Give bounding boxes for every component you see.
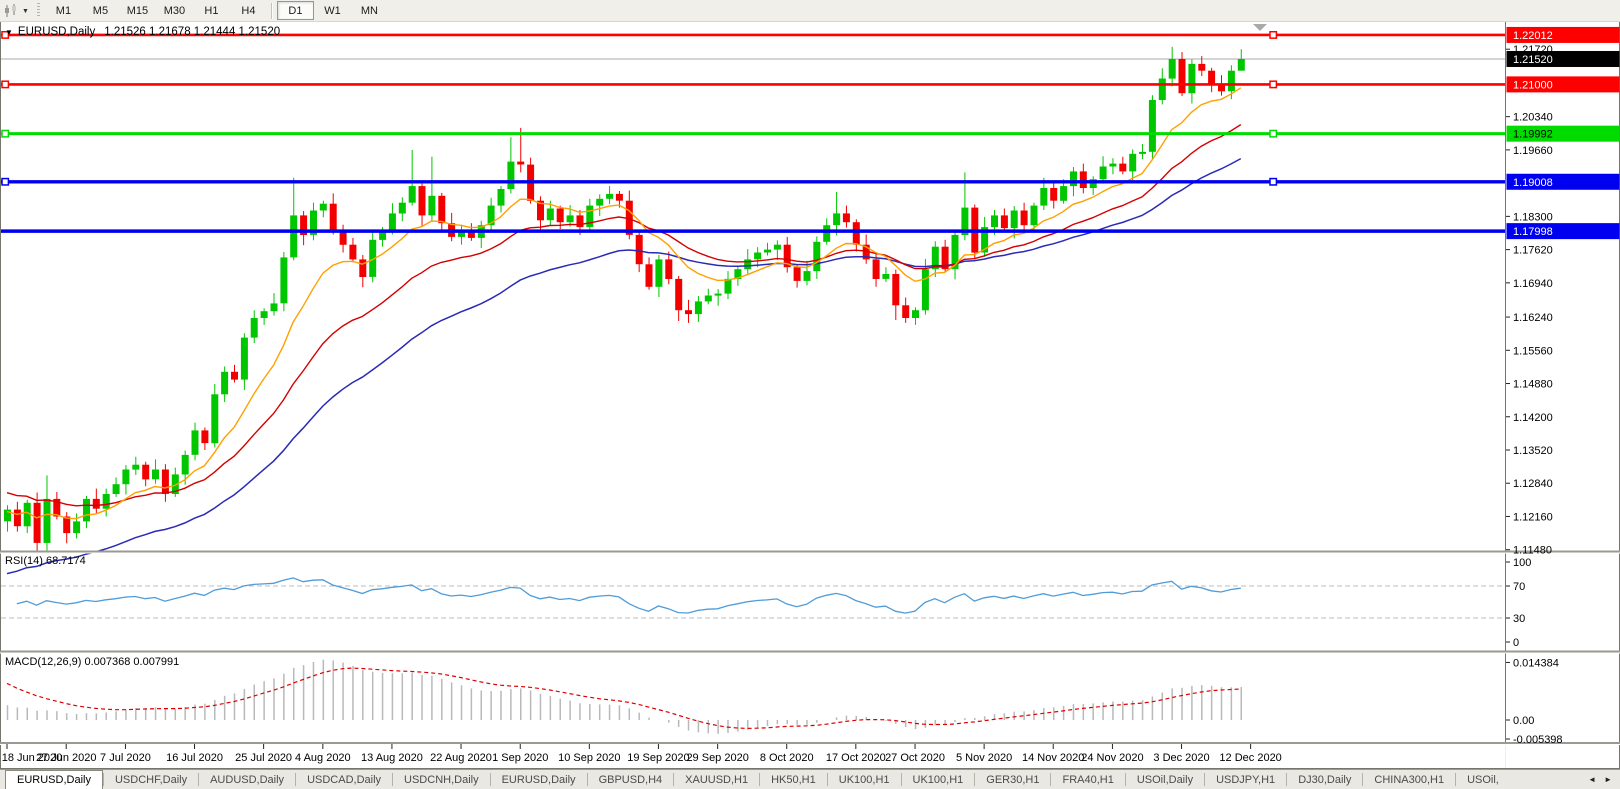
svg-text:0: 0 [1513, 637, 1519, 649]
svg-text:1.19660: 1.19660 [1513, 145, 1553, 157]
chart-tab-10[interactable]: UK100,H1 [902, 770, 975, 789]
svg-text:70: 70 [1513, 581, 1525, 593]
chart-tab-4[interactable]: USDCNH,Daily [393, 770, 490, 789]
chart-tab-5[interactable]: EURUSD,Daily [491, 770, 587, 789]
svg-text:14 Nov 2020: 14 Nov 2020 [1022, 752, 1084, 764]
timeframe-button-m15[interactable]: M15 [119, 1, 156, 20]
timeframe-buttons: M1M5M15M30H1H4 D1W1MN [45, 1, 388, 20]
chart-tab-9[interactable]: UK100,H1 [828, 770, 901, 789]
svg-text:7 Jul 2020: 7 Jul 2020 [100, 752, 151, 764]
chart-tab-6[interactable]: GBPUSD,H4 [588, 770, 674, 789]
ohlc-values-label: 1.21526 1.21678 1.21444 1.21520 [104, 26, 280, 38]
chart-tab-0[interactable]: EURUSD,Daily [5, 770, 103, 789]
svg-text:1.13520: 1.13520 [1513, 445, 1553, 457]
svg-text:16 Jul 2020: 16 Jul 2020 [166, 752, 223, 764]
svg-text:1.12840: 1.12840 [1513, 478, 1553, 490]
chevron-down-icon[interactable]: ▼ [22, 8, 29, 15]
svg-text:1.14880: 1.14880 [1513, 379, 1553, 391]
svg-text:1.11480: 1.11480 [1513, 545, 1552, 557]
chart-tab-17[interactable]: USOil, [1456, 770, 1510, 789]
svg-text:29 Sep 2020: 29 Sep 2020 [686, 752, 748, 764]
tab-scroll-right-icon[interactable]: ► [1604, 775, 1612, 784]
chart-tab-3[interactable]: USDCAD,Daily [296, 770, 392, 789]
tab-scroll-arrows: ◄ ► [1580, 770, 1620, 789]
chart-tab-14[interactable]: USDJPY,H1 [1205, 770, 1286, 789]
chart-tab-12[interactable]: FRA40,H1 [1051, 770, 1124, 789]
svg-text:19 Sep 2020: 19 Sep 2020 [627, 752, 689, 764]
svg-text:5 Nov 2020: 5 Nov 2020 [956, 752, 1012, 764]
toolbar-drag-handle[interactable] [37, 3, 40, 18]
chart-tab-1[interactable]: USDCHF,Daily [104, 770, 198, 789]
timeframe-button-w1[interactable]: W1 [314, 1, 351, 20]
svg-text:100: 100 [1513, 557, 1531, 569]
timeframe-button-h1[interactable]: H1 [193, 1, 230, 20]
svg-text:1.15560: 1.15560 [1513, 345, 1553, 357]
svg-text:1 Sep 2020: 1 Sep 2020 [492, 752, 548, 764]
svg-text:17 Oct 2020: 17 Oct 2020 [826, 752, 886, 764]
timeframe-button-m1[interactable]: M1 [45, 1, 82, 20]
svg-text:1.14200: 1.14200 [1513, 412, 1553, 424]
svg-text:1.21000: 1.21000 [1513, 79, 1553, 91]
chart-title: ▼ EURUSD,Daily 1.21526 1.21678 1.21444 1… [5, 26, 280, 38]
timeframe-button-d1[interactable]: D1 [277, 1, 314, 20]
rsi-indicator-label: RSI(14) 68.7174 [5, 555, 86, 567]
chart-canvas[interactable]: 1.217201.203401.196601.183001.176201.169… [0, 0, 1620, 788]
chart-type-button[interactable]: ▼ [3, 4, 31, 18]
svg-text:1.19008: 1.19008 [1513, 177, 1553, 189]
svg-text:10 Sep 2020: 10 Sep 2020 [558, 752, 620, 764]
svg-text:0.014384: 0.014384 [1513, 657, 1559, 669]
svg-text:1.17998: 1.17998 [1513, 226, 1553, 238]
chart-tab-2[interactable]: AUDUSD,Daily [199, 770, 295, 789]
svg-text:1.21520: 1.21520 [1513, 54, 1553, 66]
chart-tab-7[interactable]: XAUUSD,H1 [674, 770, 759, 789]
timeframe-button-h4[interactable]: H4 [230, 1, 267, 20]
svg-text:1.22012: 1.22012 [1513, 30, 1553, 42]
svg-text:1.19992: 1.19992 [1513, 129, 1553, 141]
chart-tab-8[interactable]: HK50,H1 [760, 770, 827, 789]
timeframe-button-m5[interactable]: M5 [82, 1, 119, 20]
timeframe-button-mn[interactable]: MN [351, 1, 388, 20]
svg-text:27 Oct 2020: 27 Oct 2020 [885, 752, 945, 764]
svg-text:-0.005398: -0.005398 [1513, 734, 1563, 746]
svg-text:1.20340: 1.20340 [1513, 112, 1553, 124]
chart-tabs: EURUSD,DailyUSDCHF,DailyAUDUSD,DailyUSDC… [0, 770, 1510, 789]
svg-text:1.12160: 1.12160 [1513, 511, 1553, 523]
svg-text:1.18300: 1.18300 [1513, 211, 1553, 223]
chart-shift-marker-icon[interactable] [1253, 24, 1267, 31]
symbol-dropdown-icon[interactable]: ▼ [5, 28, 13, 37]
chart-tab-16[interactable]: CHINA300,H1 [1363, 770, 1455, 789]
svg-text:22 Aug 2020: 22 Aug 2020 [430, 752, 492, 764]
svg-text:27 Jun 2020: 27 Jun 2020 [36, 752, 97, 764]
svg-text:1.16240: 1.16240 [1513, 312, 1553, 324]
chart-tab-13[interactable]: USOil,Daily [1126, 770, 1204, 789]
svg-text:24 Nov 2020: 24 Nov 2020 [1081, 752, 1143, 764]
svg-text:3 Dec 2020: 3 Dec 2020 [1153, 752, 1209, 764]
chart-tab-11[interactable]: GER30,H1 [975, 770, 1050, 789]
timeframe-button-m30[interactable]: M30 [156, 1, 193, 20]
svg-text:0.00: 0.00 [1513, 715, 1534, 727]
svg-text:25 Jul 2020: 25 Jul 2020 [235, 752, 292, 764]
svg-text:12 Dec 2020: 12 Dec 2020 [1219, 752, 1281, 764]
svg-text:1.17620: 1.17620 [1513, 245, 1553, 257]
tab-scroll-left-icon[interactable]: ◄ [1588, 775, 1596, 784]
svg-text:30: 30 [1513, 613, 1525, 625]
macd-indicator-label: MACD(12,26,9) 0.007368 0.007991 [5, 656, 179, 668]
symbol-period-label: EURUSD,Daily [18, 26, 95, 38]
svg-text:13 Aug 2020: 13 Aug 2020 [361, 752, 423, 764]
top-toolbar: ▼ M1M5M15M30H1H4 D1W1MN [0, 0, 1620, 22]
svg-text:8 Oct 2020: 8 Oct 2020 [760, 752, 814, 764]
toolbar-separator [271, 3, 273, 19]
chart-tab-bar: EURUSD,DailyUSDCHF,DailyAUDUSD,DailyUSDC… [0, 769, 1620, 789]
svg-text:4 Aug 2020: 4 Aug 2020 [295, 752, 351, 764]
chart-tab-15[interactable]: DJ30,Daily [1287, 770, 1362, 789]
svg-text:1.16940: 1.16940 [1513, 278, 1553, 290]
candlestick-chart-icon [3, 4, 19, 18]
